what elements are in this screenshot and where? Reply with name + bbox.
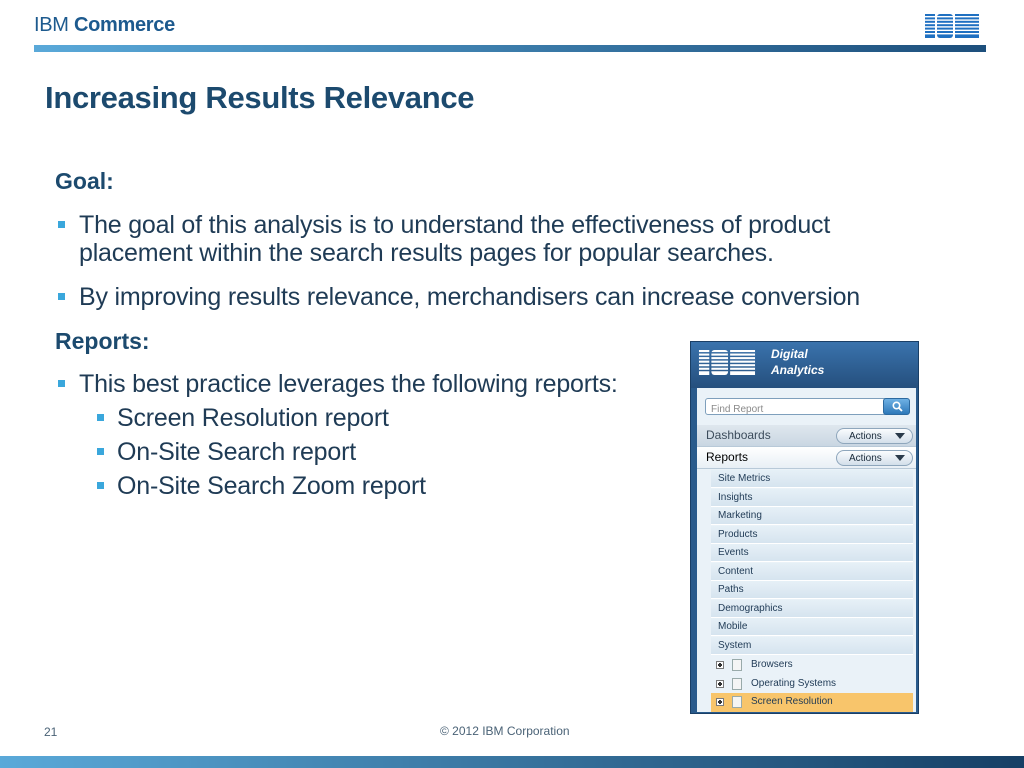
report-list-item: On-Site Search Zoom report — [117, 472, 426, 500]
goal-heading: Goal: — [55, 168, 114, 194]
report-category-events[interactable]: Events — [711, 544, 913, 562]
find-report-field — [705, 398, 895, 417]
brand-name: Commerce — [73, 14, 175, 36]
report-category-label: Marketing — [718, 510, 762, 521]
brand-prefix: IBM — [34, 14, 69, 36]
sub-bullet-marker — [97, 448, 104, 455]
caret-down-icon — [895, 433, 905, 439]
tree-item-label: Operating Systems — [751, 678, 837, 689]
magnifier-icon — [892, 401, 903, 412]
report-category-system[interactable]: System — [711, 636, 913, 655]
find-report-input[interactable] — [706, 402, 881, 417]
tree-item-browsers[interactable]: Browsers — [711, 656, 913, 675]
report-category-insights[interactable]: Insights — [711, 488, 913, 507]
sub-bullet-marker — [97, 414, 104, 421]
document-icon — [732, 659, 742, 671]
actions-label: Actions — [849, 431, 882, 442]
product-name-line-1: Digital — [771, 347, 808, 361]
nav-dashboards-label: Dashboards — [706, 428, 771, 442]
report-category-content[interactable]: Content — [711, 562, 913, 581]
bullet-marker — [58, 380, 65, 387]
caret-down-icon — [895, 455, 905, 461]
report-category-label: Site Metrics — [718, 473, 771, 484]
reports-bullet: This best practice leverages the followi… — [79, 370, 618, 398]
slide-title: Increasing Results Relevance — [45, 80, 475, 115]
report-category-label: Demographics — [718, 602, 783, 614]
report-category-demographics[interactable]: Demographics — [711, 599, 913, 618]
nav-dashboards[interactable]: Dashboards Actions — [697, 425, 916, 447]
bullet-marker — [58, 221, 65, 228]
report-category-label: Products — [718, 528, 758, 540]
report-category-label: Paths — [718, 584, 744, 595]
expand-plus-icon[interactable] — [716, 680, 724, 688]
report-category-label: Mobile — [718, 621, 748, 632]
report-category-label: Content — [718, 565, 754, 577]
report-category-mobile[interactable]: Mobile — [711, 618, 913, 636]
bullet-marker — [58, 293, 65, 300]
document-icon — [732, 678, 742, 690]
report-category-site-metrics[interactable]: Site Metrics — [711, 470, 913, 488]
digital-analytics-panel: Digital Analytics Dashboards Actions Rep… — [690, 341, 919, 714]
panel-header: Digital Analytics — [691, 342, 918, 388]
report-category-products[interactable]: Products — [711, 525, 913, 544]
tree-item-screen-resolution[interactable]: Screen Resolution — [711, 693, 913, 712]
report-list-item: Screen Resolution report — [117, 404, 389, 432]
report-category-label: System — [718, 639, 752, 651]
nav-reports[interactable]: Reports Actions — [697, 447, 916, 469]
report-list-item: On-Site Search report — [117, 438, 356, 466]
document-icon — [732, 696, 742, 708]
report-category-label: Events — [718, 547, 749, 558]
product-name: Digital Analytics — [771, 346, 824, 378]
reports-actions-button[interactable]: Actions — [836, 450, 913, 466]
panel-body: Dashboards Actions Reports Actions Site … — [697, 388, 916, 712]
dashboards-actions-button[interactable]: Actions — [836, 428, 913, 444]
report-category-marketing[interactable]: Marketing — [711, 507, 913, 525]
footer-bar — [0, 756, 1024, 768]
expand-plus-icon[interactable] — [716, 698, 724, 706]
reports-heading: Reports: — [55, 328, 150, 354]
sub-bullet-marker — [97, 482, 104, 489]
actions-label: Actions — [849, 453, 882, 464]
tree-item-label: Browsers — [751, 659, 793, 670]
ibm-logo-icon — [698, 350, 756, 375]
tree-item-operating-systems[interactable]: Operating Systems — [711, 675, 913, 694]
page-number: 21 — [44, 725, 58, 739]
goal-bullet-1: The goal of this analysis is to understa… — [79, 211, 831, 267]
product-name-line-2: Analytics — [771, 363, 825, 377]
tree-item-label: Screen Resolution — [751, 696, 833, 707]
expand-plus-icon[interactable] — [716, 661, 724, 669]
header-divider-bar — [34, 45, 986, 52]
report-category-paths[interactable]: Paths — [711, 581, 913, 599]
search-button[interactable] — [883, 398, 910, 415]
nav-reports-label: Reports — [706, 450, 749, 464]
copyright-notice: © 2012 IBM Corporation — [440, 724, 570, 738]
ibm-logo-icon — [925, 14, 979, 38]
report-category-label: Insights — [718, 491, 753, 503]
goal-bullet-2: By improving results relevance, merchand… — [79, 283, 860, 311]
brand-wordmark: IBM Commerce — [34, 14, 175, 37]
